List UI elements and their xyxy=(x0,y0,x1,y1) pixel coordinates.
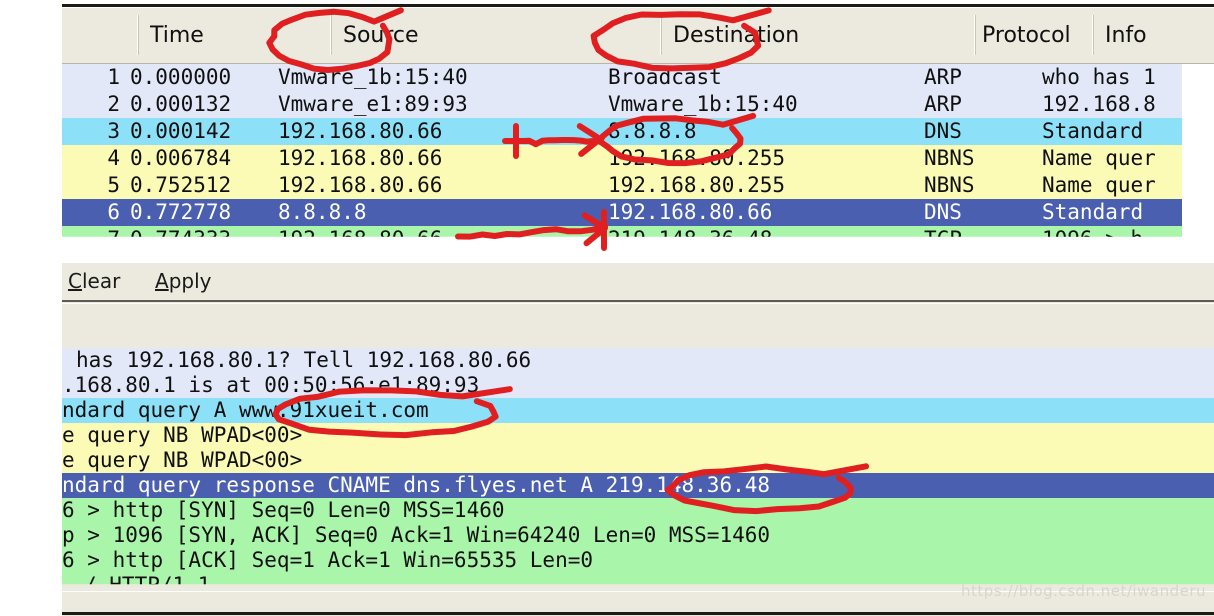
packet-cell-protocol: DNS xyxy=(924,200,962,224)
packet-info-row[interactable]: .168.80.1 is at 00:50:56:e1:89:93 xyxy=(62,373,1214,398)
packet-info-text: p > 1096 [SYN, ACK] Seq=0 Ack=1 Win=6424… xyxy=(62,523,771,547)
packet-cell-info: 192.168.8 xyxy=(1042,92,1156,116)
apply-mnemonic: A xyxy=(155,269,169,293)
clear-mnemonic: C xyxy=(68,269,82,293)
blog-watermark: https://blog.csdn.net/iwanderu xyxy=(960,582,1206,600)
packet-cell-source: 192.168.80.66 xyxy=(278,227,443,251)
packet-cell-protocol: DNS xyxy=(924,119,962,143)
clear-filter-button[interactable]: Clear xyxy=(68,269,120,293)
clear-label-rest: lear xyxy=(81,269,121,293)
packet-cell-destination: 219.148.36.48 xyxy=(608,227,773,251)
packet-cell-source: 192.168.80.66 xyxy=(278,173,443,197)
packet-cell-destination: 192.168.80.255 xyxy=(608,146,786,170)
packet-cell-info: Name quer xyxy=(1042,146,1156,170)
packet-list-panel: Time Source Destination Protocol Info 10… xyxy=(62,0,1214,268)
packet-info-text: .168.80.1 is at 00:50:56:e1:89:93 xyxy=(62,373,480,397)
packet-cell-protocol: ARP xyxy=(924,92,962,116)
packet-info-text: e query NB WPAD<00> xyxy=(62,423,303,447)
packet-info-row[interactable]: ndard query A www.91xueit.com xyxy=(62,398,1214,423)
packet-cell-no: 2 xyxy=(107,92,120,116)
packet-cell-source: 192.168.80.66 xyxy=(278,146,443,170)
packet-info-row[interactable]: ndard query response CNAME dns.flyes.net… xyxy=(62,473,1214,498)
packet-cell-info: 1096 > h xyxy=(1042,227,1144,251)
packet-cell-protocol: TCP xyxy=(924,227,962,251)
packet-cell-source: 8.8.8.8 xyxy=(278,200,367,224)
column-header-info[interactable]: Info xyxy=(1105,8,1210,63)
packet-list-rows: 1 0.000000 Vmware_1b:15:40 Broadcast ARP who … xyxy=(62,64,1182,268)
packet-info-text: 6 > http [ACK] Seq=1 Ack=1 Win=65535 Len… xyxy=(62,548,594,572)
packet-row[interactable]: 4 0.006784 192.168.80.66 192.168.80.255 NBNS… xyxy=(62,145,1182,172)
packet-cell-protocol: NBNS xyxy=(924,173,975,197)
packet-row[interactable]: 7 0.774333 192.168.80.66 219.148.36.48 TCP 10… xyxy=(62,226,1182,251)
column-header-time[interactable]: Time xyxy=(150,8,325,63)
packet-info-text: 6 > http [SYN] Seq=0 Len=0 MSS=1460 xyxy=(62,498,505,522)
packet-info-row[interactable]: e query NB WPAD<00> xyxy=(62,448,1214,473)
column-divider-source[interactable] xyxy=(330,15,332,55)
column-divider-time[interactable] xyxy=(137,15,139,55)
column-header-source[interactable]: Source xyxy=(343,8,653,63)
packet-cell-destination: Vmware_1b:15:40 xyxy=(608,92,798,116)
packet-info-panel: has 192.168.80.1? Tell 192.168.80.66.168… xyxy=(62,306,1214,616)
packet-cell-no: 5 xyxy=(107,173,120,197)
packet-info-row[interactable]: has 192.168.80.1? Tell 192.168.80.66 xyxy=(62,348,1214,373)
packet-row[interactable]: 5 0.752512 192.168.80.66 192.168.80.255 NBNS… xyxy=(62,172,1182,199)
wireshark-screenshot: Time Source Destination Protocol Info 10… xyxy=(0,0,1214,616)
packet-cell-destination: 192.168.80.255 xyxy=(608,173,786,197)
packet-cell-info: Standard xyxy=(1042,200,1144,224)
packet-info-row[interactable]: p > 1096 [SYN, ACK] Seq=0 Ack=1 Win=6424… xyxy=(62,523,1214,548)
info-panel-header-gap xyxy=(62,306,1214,348)
column-divider-protocol[interactable] xyxy=(974,15,976,55)
packet-info-text: / HTTP/1.1 xyxy=(84,573,211,591)
filter-toolbar-separator xyxy=(62,300,1214,304)
packet-cell-destination: 8.8.8.8 xyxy=(608,119,697,143)
packet-cell-destination: 192.168.80.66 xyxy=(608,200,773,224)
packet-cell-protocol: NBNS xyxy=(924,146,975,170)
packet-cell-no: 4 xyxy=(107,146,120,170)
packet-cell-no: 6 xyxy=(107,200,120,224)
packet-info-row[interactable]: 6 > http [ACK] Seq=1 Ack=1 Win=65535 Len… xyxy=(62,548,1214,573)
column-divider-info[interactable] xyxy=(1092,15,1094,55)
packet-info-text: ndard query A www.91xueit.com xyxy=(62,398,429,422)
panel-top-border xyxy=(62,4,1214,7)
packet-cell-info: Standard xyxy=(1042,119,1144,143)
packet-info-rows: has 192.168.80.1? Tell 192.168.80.66.168… xyxy=(62,348,1214,591)
packet-cell-destination: Broadcast xyxy=(608,65,722,89)
packet-row[interactable]: 1 0.000000 Vmware_1b:15:40 Broadcast ARP who … xyxy=(62,64,1182,91)
packet-row[interactable]: 2 0.000132 Vmware_e1:89:93 Vmware_1b:15:40 A… xyxy=(62,91,1182,118)
column-divider-destination[interactable] xyxy=(660,15,662,55)
packet-cell-info: Name quer xyxy=(1042,173,1156,197)
packet-cell-info: who has 1 xyxy=(1042,65,1156,89)
packet-info-text: has 192.168.80.1? Tell 192.168.80.66 xyxy=(76,348,532,372)
packet-cell-no: 7 xyxy=(107,227,120,251)
packet-cell-source: 192.168.80.66 xyxy=(278,119,443,143)
packet-cell-no: 1 xyxy=(107,65,120,89)
column-header-destination[interactable]: Destination xyxy=(673,8,965,63)
apply-filter-button[interactable]: Apply xyxy=(155,269,211,293)
packet-row[interactable]: 3 0.000142 192.168.80.66 8.8.8.8 DNS Standard xyxy=(62,118,1182,145)
packet-info-row[interactable]: e query NB WPAD<00> xyxy=(62,423,1214,448)
packet-cell-protocol: ARP xyxy=(924,65,962,89)
apply-label-rest: pply xyxy=(168,269,212,293)
packet-list-column-header: Time Source Destination Protocol Info xyxy=(62,8,1214,64)
packet-info-text: ndard query response CNAME dns.flyes.net… xyxy=(62,473,771,497)
packet-info-row[interactable]: 6 > http [SYN] Seq=0 Len=0 MSS=1460 xyxy=(62,498,1214,523)
packet-info-text: e query NB WPAD<00> xyxy=(62,448,303,472)
packet-cell-source: Vmware_1b:15:40 xyxy=(278,65,468,89)
column-header-protocol[interactable]: Protocol xyxy=(982,8,1084,63)
packet-cell-no: 3 xyxy=(107,119,120,143)
packet-cell-source: Vmware_e1:89:93 xyxy=(278,92,468,116)
info-panel-bottom-border xyxy=(62,612,1214,615)
packet-row[interactable]: 6 0.772778 8.8.8.8 192.168.80.66 DNS Standard xyxy=(62,199,1182,226)
